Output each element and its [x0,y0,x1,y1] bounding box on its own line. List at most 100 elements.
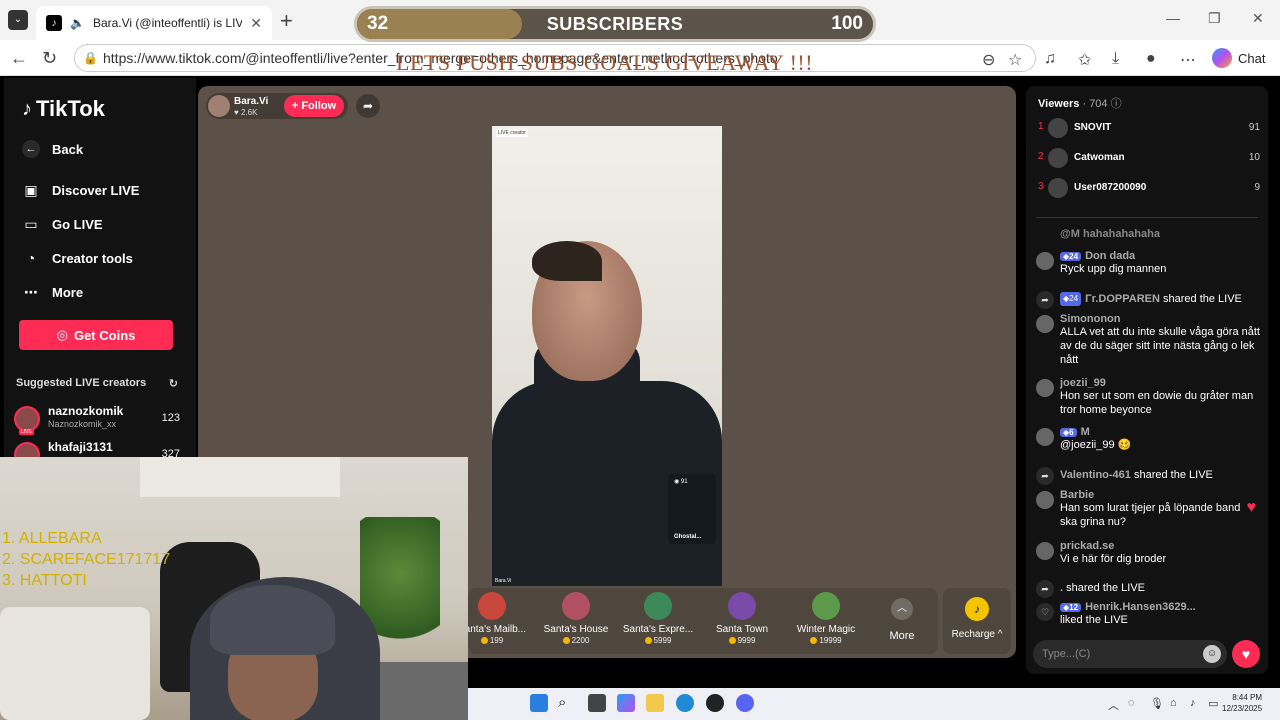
chat-message[interactable]: ➦. shared the LIVE [1034,578,1260,598]
maximize-icon[interactable]: ❐ [1208,10,1221,27]
speaker-icon[interactable]: 🔈 [70,16,85,30]
coin-icon: ♪ [965,597,989,621]
tab-actions-menu-icon[interactable]: ⌄ [8,10,28,30]
get-coins-button[interactable]: ◎ Get Coins [19,320,173,350]
chat-message[interactable]: ◆24 Don dada Ryck upp dig mannen [1034,250,1260,276]
suggested-creator[interactable]: LIVE naznozkomik Naznozkomik_xx 123 [14,404,180,435]
copilot-icon[interactable] [617,694,635,712]
refresh-icon[interactable]: ↻ [169,377,178,390]
back-arrow-icon: ← [22,140,40,158]
chat-message[interactable]: ◆6 M @joezii_99 🥴 [1034,426,1260,452]
clock-time: 8:44 PM [1232,693,1263,702]
window-close-icon[interactable]: ✕ [1252,10,1264,27]
battery-icon[interactable]: ▭ [1208,697,1218,710]
guest-name: Ghostal... [674,534,702,540]
nav-discover-live[interactable]: ▣ Discover LIVE [22,181,139,199]
microphone-icon[interactable]: 🎙 [1150,697,1164,710]
recharge-button[interactable]: ♪ Recharge ^ [943,588,1011,654]
back-arrow-icon[interactable]: ← [10,48,28,69]
task-view-icon[interactable] [588,694,606,712]
live-badge: LIVE [19,429,34,435]
discord-icon[interactable] [736,694,754,712]
host-avatar[interactable] [208,95,230,117]
ranking-1: 1. ALLEBARA [2,530,102,547]
guest-mini-window[interactable]: ◉ 91 Ghostal... [668,474,716,544]
like-heart-icon[interactable]: ♥ [1232,640,1260,668]
back-link[interactable]: ← Back [22,140,83,158]
emoji-icon[interactable]: ☺ [1203,645,1221,663]
chat-message[interactable]: @M hahahahahaha [1034,228,1260,240]
divider [1036,217,1258,218]
nav-creator-tools[interactable]: ◔ Creator tools [22,249,133,267]
viewers-header[interactable]: Viewers · 704 ⓘ [1038,95,1122,111]
media-icon[interactable]: ♫ [1044,50,1056,68]
system-clock[interactable]: 8:44 PM 12/23/2025 [1222,692,1262,714]
like-icon: ♡ [1036,603,1054,621]
chat-message[interactable]: Simononon ALLA vet att du inte skulle våg… [1034,313,1260,367]
level-badge: ◆12 [1060,602,1082,612]
tray-app-icon[interactable]: ◌ [1128,697,1135,709]
share-icon: ➦ [1036,580,1054,598]
chat-message[interactable]: Barbie Han som lurat tjejer på löpande ba… [1034,489,1260,529]
browser-tab[interactable]: ♪ 🔈 Bara.Vi (@inteoffentli) is LIVE ✕ [36,6,272,40]
host-name[interactable]: Bara.Vi [234,96,268,107]
new-tab-icon[interactable]: + [280,8,293,34]
viewer-count: 123 [161,412,180,424]
top-viewer-row[interactable]: 3 User087200090 9 [1036,177,1260,199]
guest-viewers: ◉ 91 [674,479,688,485]
top-viewer-row[interactable]: 1 SNOVIT 91 [1036,117,1260,139]
chat-input[interactable]: Type...(C) ☺ [1033,640,1227,668]
chat-message[interactable]: prickad.se Vi e här för dig broder [1034,540,1260,566]
zoom-icon[interactable]: ⊖ [982,50,995,70]
more-gifts-button[interactable]: ︿ More [884,598,920,642]
chat-message[interactable]: ➦ ◆24 Γr.DOPPAREN shared the LIVE [1034,289,1260,309]
camera-icon: ▭ [24,215,38,232]
file-explorer-icon[interactable] [646,694,664,712]
chat-username: Don dada [1085,250,1136,262]
refresh-icon[interactable]: ↻ [42,48,57,69]
gift-item[interactable]: Winter Magic 19999 [786,592,866,645]
chat-message[interactable]: ➦ Valentino-461 shared the LIVE [1034,465,1260,485]
chat-username: . [1060,582,1064,594]
start-icon[interactable] [530,694,548,712]
search-icon[interactable]: ⌕ [558,694,576,712]
nav-label: More [52,284,84,300]
profile-avatar-icon[interactable]: ● [1146,50,1156,68]
edge-icon[interactable] [676,694,694,712]
chat-message[interactable]: ♡ ◆12 Henrik.Hansen3629... liked the LIVE [1034,601,1260,627]
subscriber-goal-bar: SUBSCRIBERS 32 100 [354,6,876,42]
chat-message[interactable]: joezii_99 Hon ser ut som en dowie du gråt… [1034,377,1260,417]
level-badge-value: 6 [1069,427,1074,437]
favorites-icon[interactable]: ✩ [1078,50,1091,70]
gift-item[interactable]: Santa Town 9999 [702,592,782,645]
get-coins-label: Get Coins [73,327,136,343]
gift-item[interactable]: Santa's Expre... 5999 [618,592,698,645]
giveaway-banner: LETS PUSH SUBS GOALS GIVEAWAY !!! [396,50,814,75]
tray-chevron-icon[interactable]: ︿ [1108,697,1119,713]
settings-more-icon[interactable]: ⋯ [1180,50,1196,70]
nav-go-live[interactable]: ▭ Go LIVE [22,215,102,233]
top-viewer-row[interactable]: 2 Catwoman 10 [1036,147,1260,169]
chat-text: @joezii_99 🥴 [1060,439,1132,451]
network-icon[interactable]: ⌂ [1170,697,1177,709]
minimize-icon[interactable]: — [1166,10,1180,26]
gift-price-value: 199 [489,636,504,645]
gift-item[interactable]: Santa's House 2200 [536,592,616,645]
copilot-chat-button[interactable]: Chat [1212,46,1272,70]
avatar: LIVE [14,406,40,435]
site-info-icon[interactable]: 🔒 [83,45,98,71]
chat-text: Hon ser ut som en dowie du gråter man tr… [1060,390,1254,416]
nav-more[interactable]: ⋯ More [22,283,83,301]
close-tab-icon[interactable]: ✕ [250,15,262,32]
obs-icon[interactable] [706,694,724,712]
avatar [1036,379,1054,397]
tiktok-logo[interactable]: ♪ TikTok [22,96,105,122]
follow-button[interactable]: + Follow [284,95,344,117]
chat-text: shared the LIVE [1066,582,1146,594]
volume-icon[interactable]: ♪ [1190,697,1196,709]
gift-price: 19999 [786,636,866,645]
chat-username: Γr.DOPPAREN [1085,293,1160,305]
download-icon[interactable]: ⤓ [1112,50,1119,68]
share-icon[interactable]: ➦ [356,94,380,118]
favorite-star-icon[interactable]: ☆ [1008,50,1022,70]
